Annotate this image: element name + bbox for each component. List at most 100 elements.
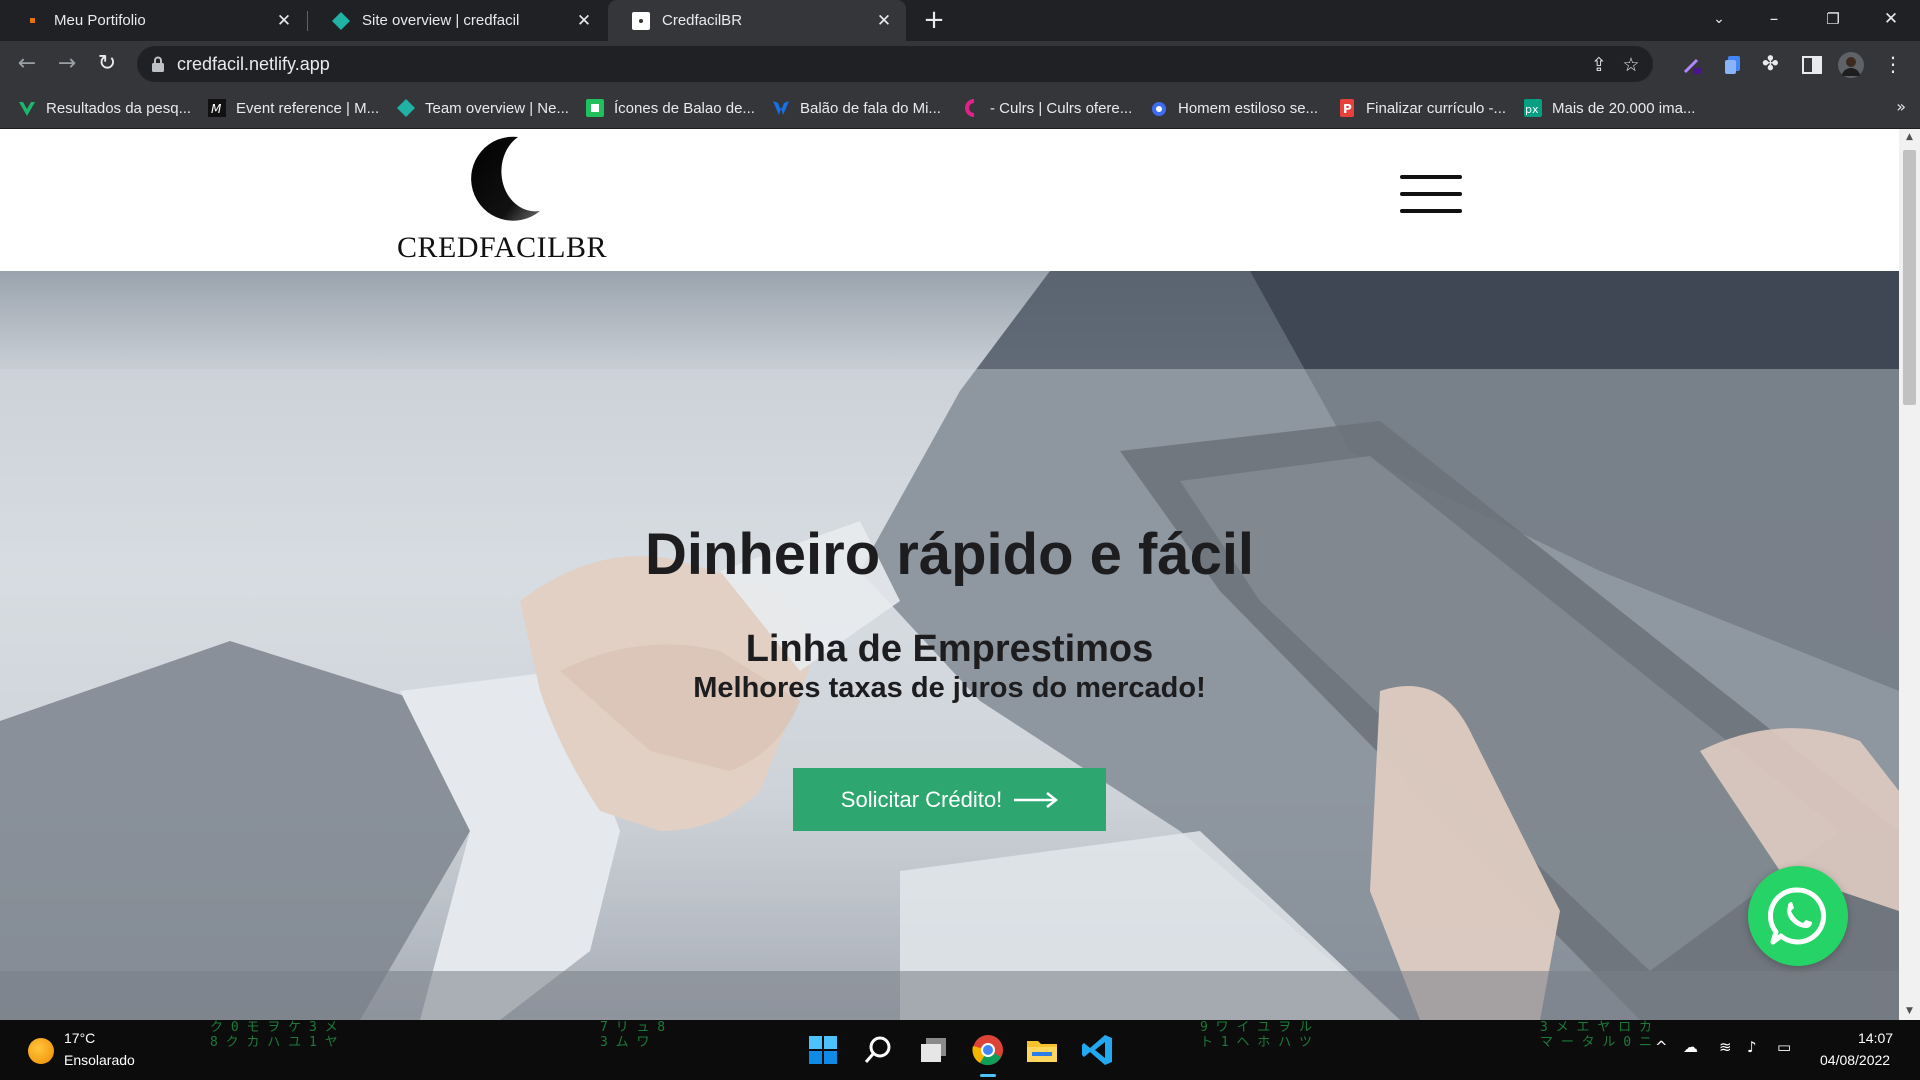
logo-text: CREDFACILBR: [397, 231, 607, 264]
whatsapp-icon: [1767, 887, 1827, 945]
chrome-menu-icon[interactable]: ⋮: [1878, 49, 1908, 79]
tab-search-chevron-icon[interactable]: ⌄: [1692, 0, 1746, 40]
battery-icon[interactable]: ▭: [1777, 1038, 1791, 1056]
hamburger-line: [1400, 209, 1462, 213]
solicitar-credito-button[interactable]: Solicitar Crédito!: [793, 768, 1106, 831]
bookmark-item[interactable]: - Culrs | Culrs ofere...: [962, 97, 1132, 119]
arrow-right-icon: [1014, 791, 1059, 808]
sun-weather-icon[interactable]: [28, 1038, 54, 1064]
hero-subtitle: Linha de Emprestimos: [745, 628, 1154, 670]
browser-tab-strip: Meu Portifolio ✕ Site overview | credfac…: [0, 0, 1920, 41]
pexels-icon: px: [1524, 99, 1542, 117]
close-icon[interactable]: ✕: [574, 11, 594, 31]
matrix-wallpaper-glyphs: 9 ワ イ ユ ヲ ルト 1 ヘ ホ ハ ツ: [1200, 1020, 1312, 1050]
portfolio-favicon-icon: [30, 17, 35, 23]
tab-site-overview[interactable]: Site overview | credfacil ✕: [308, 0, 606, 41]
svg-text:P: P: [1343, 102, 1352, 116]
copy-extension-icon[interactable]: [1722, 54, 1744, 76]
bookmark-label: Resultados da pesq...: [46, 99, 192, 117]
cta-label: Solicitar Crédito!: [840, 786, 1003, 812]
site-header: CREDFACILBR: [0, 129, 1899, 271]
tab-credfacilbr[interactable]: CredfacilBR ✕: [608, 0, 906, 41]
bookmark-item[interactable]: Team overview | Ne...: [397, 97, 569, 119]
matrix-wallpaper-glyphs: 3 メ エ ヤ ロ カマ ー タ ル 0 ニ: [1540, 1020, 1652, 1050]
hamburger-line: [1400, 175, 1462, 179]
extensions-puzzle-icon[interactable]: ✤: [1762, 51, 1784, 75]
culrs-icon: [965, 99, 975, 117]
close-window-button[interactable]: ✕: [1864, 0, 1918, 40]
bookmark-item[interactable]: px Mais de 20.000 ima...: [1524, 97, 1695, 119]
bookmark-item[interactable]: Homem estiloso se...: [1150, 97, 1318, 119]
bookmark-star-icon[interactable]: ☆: [1621, 55, 1641, 75]
onedrive-cloud-icon[interactable]: ☁: [1683, 1038, 1698, 1056]
weather-temperature[interactable]: 17°C: [64, 1030, 95, 1046]
bookmark-item[interactable]: Balão de fala do Mi...: [772, 97, 941, 119]
restore-button[interactable]: ❐: [1806, 0, 1860, 40]
chrome-icon[interactable]: [970, 1032, 1006, 1068]
clock-time[interactable]: 14:07: [1858, 1030, 1893, 1046]
bookmark-label: Finalizar currículo -...: [1366, 99, 1507, 117]
weather-description[interactable]: Ensolarado: [64, 1052, 135, 1068]
url-text: credfacil.netlify.app: [177, 54, 330, 74]
bookmark-item[interactable]: P Finalizar currículo -...: [1338, 97, 1506, 119]
scroll-down-arrow-icon[interactable]: ▼: [1899, 1003, 1920, 1020]
hero-tagline: Melhores taxas de juros do mercado!: [693, 672, 1206, 704]
matrix-wallpaper-glyphs: ク 0 モ ヲ ケ 3 メ8 ク カ ハ ユ 1 ヤ: [210, 1020, 338, 1050]
netlify-favicon-icon: [332, 11, 350, 30]
credfacil-favicon-icon: [632, 11, 650, 30]
scroll-up-arrow-icon[interactable]: ▲: [1899, 129, 1920, 146]
tab-title: Site overview | credfacil: [362, 12, 520, 29]
windows-taskbar: ク 0 モ ヲ ケ 3 メ8 ク カ ハ ユ 1 ヤ 7 リ ュ 83 ム ワ …: [0, 1020, 1920, 1080]
reload-button[interactable]: ↻: [92, 49, 122, 79]
page-viewport: CREDFACILBR Dinheiro rápido e fácil Linh…: [0, 129, 1920, 1020]
more-bookmarks-icon[interactable]: »: [1896, 97, 1906, 116]
browser-toolbar: ← → ↻ credfacil.netlify.app ⇪ ☆ ✤ ⋮: [0, 41, 1920, 88]
active-app-indicator: [980, 1074, 996, 1077]
bookmark-label: Team overview | Ne...: [425, 99, 569, 117]
bookmark-label: Balão de fala do Mi...: [800, 99, 941, 117]
tab-meu-portifolio[interactable]: Meu Portifolio ✕: [0, 0, 306, 41]
whatsapp-button[interactable]: [1748, 866, 1848, 966]
windows-start-icon[interactable]: [805, 1032, 841, 1068]
bookmark-label: Homem estiloso se...: [1178, 99, 1319, 117]
dribbble-icon: [1152, 102, 1166, 116]
lock-icon: [152, 56, 164, 72]
freepik-icon: [773, 101, 789, 115]
forward-button[interactable]: →: [52, 49, 82, 79]
address-bar[interactable]: credfacil.netlify.app ⇪ ☆: [137, 46, 1653, 82]
search-icon[interactable]: [860, 1032, 896, 1068]
scrollbar-thumb[interactable]: [1903, 150, 1916, 405]
bookmark-item[interactable]: M Event reference | M...: [208, 97, 379, 119]
volume-icon[interactable]: ♪: [1747, 1038, 1757, 1056]
vscode-icon[interactable]: [1079, 1032, 1115, 1068]
show-hidden-icons-chevron-icon[interactable]: ^: [1655, 1038, 1668, 1056]
bookmark-label: Ícones de Balao de...: [614, 99, 755, 117]
file-explorer-icon[interactable]: [1024, 1032, 1060, 1068]
bookmark-label: Mais de 20.000 ima...: [1552, 99, 1696, 117]
close-icon[interactable]: ✕: [874, 11, 894, 31]
bookmark-item[interactable]: Ícones de Balao de...: [586, 97, 755, 119]
tab-title: CredfacilBR: [662, 12, 743, 29]
bookmark-label: Event reference | M...: [236, 99, 380, 117]
page-scrollbar[interactable]: ▲ ▼: [1899, 129, 1920, 1020]
minimize-button[interactable]: –: [1747, 0, 1801, 40]
site-logo[interactable]: CREDFACILBR: [396, 131, 608, 265]
clock-date[interactable]: 04/08/2022: [1820, 1052, 1890, 1068]
color-picker-extension-icon[interactable]: [1681, 54, 1703, 76]
new-tab-button[interactable]: +: [919, 6, 949, 36]
bookmark-label: - Culrs | Culrs ofere...: [990, 99, 1133, 117]
bookmark-item[interactable]: Resultados da pesq...: [18, 97, 191, 119]
bookmarks-bar: Resultados da pesq... M Event reference …: [0, 88, 1920, 129]
back-button[interactable]: ←: [12, 49, 42, 79]
wifi-icon[interactable]: ≋: [1719, 1038, 1732, 1056]
resume-icon: P: [1340, 99, 1354, 117]
task-view-icon[interactable]: [916, 1032, 952, 1068]
profile-avatar[interactable]: [1838, 52, 1864, 78]
side-panel-icon[interactable]: [1801, 54, 1823, 76]
svg-text:M: M: [211, 102, 222, 116]
share-icon[interactable]: ⇪: [1589, 55, 1609, 75]
hamburger-menu-button[interactable]: [1400, 172, 1464, 218]
mdn-icon: M: [208, 99, 226, 117]
close-icon[interactable]: ✕: [274, 11, 294, 31]
hamburger-line: [1400, 192, 1462, 196]
